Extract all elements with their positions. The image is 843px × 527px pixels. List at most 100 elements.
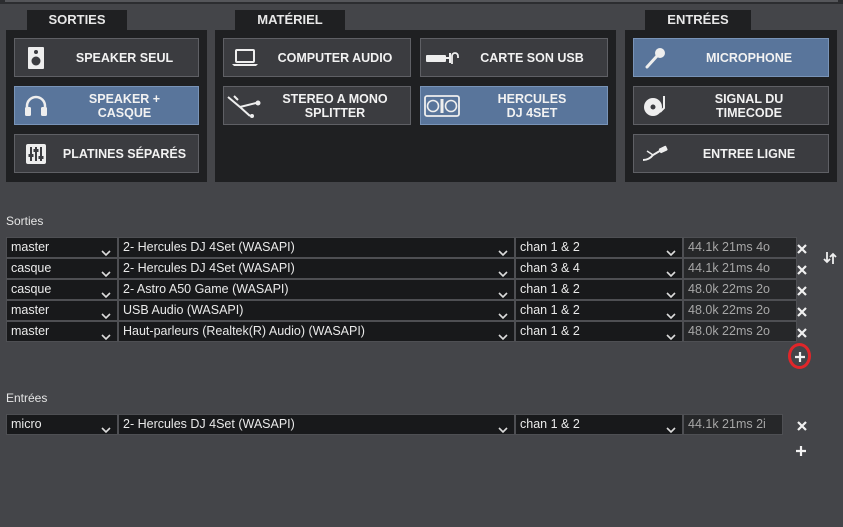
remove-row-close-icon[interactable] bbox=[796, 326, 808, 338]
chevron-down-icon bbox=[666, 286, 676, 299]
speaker-icon bbox=[15, 39, 57, 76]
line-cable-icon bbox=[634, 135, 676, 172]
chevron-down-icon bbox=[666, 328, 676, 341]
chevron-down-icon bbox=[101, 265, 111, 278]
entree-ligne-label: ENTREE LIGNE bbox=[702, 146, 796, 161]
chevron-down-icon bbox=[101, 307, 111, 320]
computer-audio-label: COMPUTER AUDIO bbox=[277, 50, 393, 65]
stream-info-value: 48.0k 22ms 2o bbox=[688, 282, 770, 296]
role-select-value: casque bbox=[11, 282, 52, 296]
remove-row-close-icon[interactable] bbox=[796, 305, 808, 317]
remove-row-close-icon[interactable] bbox=[796, 242, 808, 254]
chevron-down-icon bbox=[101, 286, 111, 299]
add-input-plus-icon[interactable] bbox=[795, 444, 807, 456]
sorties-section-label: Sorties bbox=[6, 214, 44, 228]
entrees-tab: ENTRÉES bbox=[645, 10, 751, 30]
stream-info-value: 48.0k 22ms 2o bbox=[688, 324, 770, 338]
headphones-icon bbox=[15, 87, 57, 124]
microphone-label: MICROPHONE bbox=[705, 50, 793, 65]
channel-select[interactable]: chan 1 & 2 bbox=[515, 279, 683, 300]
microphone-button[interactable]: MICROPHONE bbox=[633, 38, 829, 77]
sorties-panel: SPEAKER SEUL SPEAKER + CASQUE PLATINES S… bbox=[6, 30, 207, 182]
chevron-down-icon bbox=[498, 244, 508, 257]
entrees-panel: MICROPHONE SIGNAL DU TIMECODE ENTREE LIG… bbox=[625, 30, 837, 182]
stream-info: 48.0k 22ms 2o bbox=[683, 300, 797, 321]
stream-info: 48.0k 22ms 2o bbox=[683, 279, 797, 300]
chevron-down-icon bbox=[498, 265, 508, 278]
role-select-value: micro bbox=[11, 417, 42, 431]
carte-son-usb-label: CARTE SON USB bbox=[480, 50, 584, 65]
role-select-value: casque bbox=[11, 261, 52, 275]
remove-row-close-icon[interactable] bbox=[796, 284, 808, 296]
turntable-icon bbox=[634, 87, 676, 124]
channel-select[interactable]: chan 3 & 4 bbox=[515, 258, 683, 279]
channel-select-value: chan 3 & 4 bbox=[520, 261, 580, 275]
remove-row-close-icon[interactable] bbox=[796, 419, 808, 431]
chevron-down-icon bbox=[666, 265, 676, 278]
chevron-down-icon bbox=[666, 244, 676, 257]
chevron-down-icon bbox=[498, 307, 508, 320]
chevron-down-icon bbox=[498, 286, 508, 299]
role-select[interactable]: micro bbox=[6, 414, 118, 435]
platines-separes-button[interactable]: PLATINES SÉPARÉS bbox=[14, 134, 199, 173]
device-select[interactable]: 2- Astro A50 Game (WASAPI) bbox=[118, 279, 515, 300]
role-select[interactable]: master bbox=[6, 237, 118, 258]
platines-separes-label: PLATINES SÉPARÉS bbox=[62, 146, 187, 161]
chevron-down-icon bbox=[498, 328, 508, 341]
stereo-mono-splitter-label: STEREO A MONO SPLITTER bbox=[282, 91, 388, 120]
chevron-down-icon bbox=[101, 328, 111, 341]
device-select-value: 2- Hercules DJ 4Set (WASAPI) bbox=[123, 240, 295, 254]
role-select-value: master bbox=[11, 303, 50, 317]
microphone-icon bbox=[634, 39, 676, 76]
hercules-dj4set-label: HERCULES DJ 4SET bbox=[497, 91, 567, 120]
role-select[interactable]: casque bbox=[6, 279, 118, 300]
stream-info-value: 44.1k 21ms 4o bbox=[688, 261, 770, 275]
entree-ligne-button[interactable]: ENTREE LIGNE bbox=[633, 134, 829, 173]
role-select-value: master bbox=[11, 240, 50, 254]
speaker-casque-button[interactable]: SPEAKER + CASQUE bbox=[14, 86, 199, 125]
splitter-cable-icon bbox=[224, 87, 266, 124]
materiel-tab: MATÉRIEL bbox=[235, 10, 345, 30]
carte-son-usb-button[interactable]: CARTE SON USB bbox=[420, 38, 608, 77]
highlight-ring bbox=[788, 343, 811, 369]
device-select[interactable]: Haut-parleurs (Realtek(R) Audio) (WASAPI… bbox=[118, 321, 515, 342]
stream-info-value: 48.0k 22ms 2o bbox=[688, 303, 770, 317]
hercules-dj4set-button[interactable]: HERCULES DJ 4SET bbox=[420, 86, 608, 125]
role-select[interactable]: casque bbox=[6, 258, 118, 279]
chevron-down-icon bbox=[498, 421, 508, 434]
chevron-down-icon bbox=[101, 421, 111, 434]
materiel-panel: COMPUTER AUDIO CARTE SON USB STEREO A MO… bbox=[215, 30, 616, 182]
stereo-mono-splitter-button[interactable]: STEREO A MONO SPLITTER bbox=[223, 86, 411, 125]
signal-timecode-button[interactable]: SIGNAL DU TIMECODE bbox=[633, 86, 829, 125]
device-select-value: Haut-parleurs (Realtek(R) Audio) (WASAPI… bbox=[123, 324, 365, 338]
channel-select[interactable]: chan 1 & 2 bbox=[515, 237, 683, 258]
device-select[interactable]: USB Audio (WASAPI) bbox=[118, 300, 515, 321]
channel-select[interactable]: chan 1 & 2 bbox=[515, 321, 683, 342]
top-bar-highlight bbox=[5, 0, 838, 2]
device-select-value: USB Audio (WASAPI) bbox=[123, 303, 244, 317]
chevron-down-icon bbox=[101, 244, 111, 257]
channel-select-value: chan 1 & 2 bbox=[520, 324, 580, 338]
role-select[interactable]: master bbox=[6, 321, 118, 342]
swap-outputs-icon[interactable] bbox=[823, 251, 837, 265]
signal-timecode-label: SIGNAL DU TIMECODE bbox=[714, 91, 784, 120]
device-select[interactable]: 2- Hercules DJ 4Set (WASAPI) bbox=[118, 414, 515, 435]
channel-select[interactable]: chan 1 & 2 bbox=[515, 300, 683, 321]
usb-soundcard-icon bbox=[421, 39, 463, 76]
device-select[interactable]: 2- Hercules DJ 4Set (WASAPI) bbox=[118, 258, 515, 279]
stream-info: 44.1k 21ms 4o bbox=[683, 258, 797, 279]
speaker-seul-label: SPEAKER SEUL bbox=[75, 50, 174, 65]
stream-info-value: 44.1k 21ms 4o bbox=[688, 240, 770, 254]
role-select-value: master bbox=[11, 324, 50, 338]
speaker-seul-button[interactable]: SPEAKER SEUL bbox=[14, 38, 199, 77]
entrees-section-label: Entrées bbox=[6, 391, 48, 405]
channel-select-value: chan 1 & 2 bbox=[520, 417, 580, 431]
channel-select-value: chan 1 & 2 bbox=[520, 282, 580, 296]
remove-row-close-icon[interactable] bbox=[796, 263, 808, 275]
channel-select[interactable]: chan 1 & 2 bbox=[515, 414, 683, 435]
computer-audio-button[interactable]: COMPUTER AUDIO bbox=[223, 38, 411, 77]
role-select[interactable]: master bbox=[6, 300, 118, 321]
device-select-value: 2- Hercules DJ 4Set (WASAPI) bbox=[123, 261, 295, 275]
stream-info: 44.1k 21ms 2i bbox=[683, 414, 783, 435]
device-select[interactable]: 2- Hercules DJ 4Set (WASAPI) bbox=[118, 237, 515, 258]
